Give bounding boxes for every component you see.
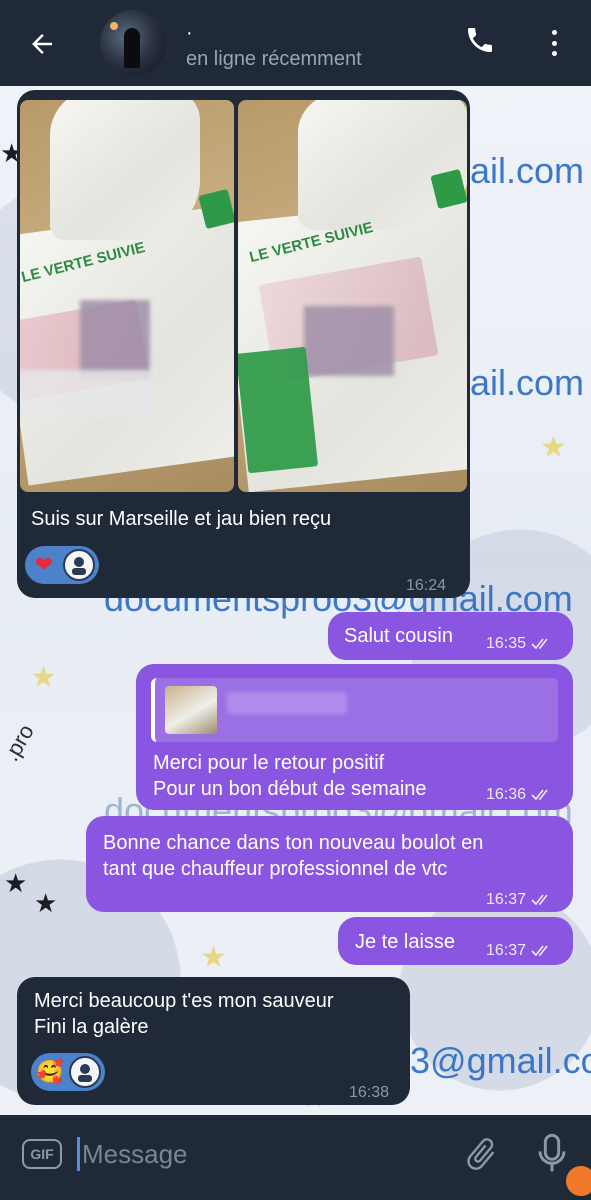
double-check-icon (530, 789, 548, 800)
microphone-icon (538, 1133, 566, 1172)
menu-dot (551, 30, 557, 35)
message-text: Salut cousin (344, 625, 453, 647)
message-incoming[interactable]: LE VERTE SUIVIE LE VERTE SUIVIE Suis sur… (17, 90, 470, 598)
message-time: 16:35 (486, 631, 553, 657)
star-icon: ★ (200, 941, 227, 974)
message-time: 16:36 (486, 786, 553, 804)
menu-dot (551, 40, 557, 46)
reactions[interactable]: ❤ (25, 546, 99, 584)
message-text-line: Pour un bon début de semaine (153, 778, 427, 800)
text-cursor (77, 1137, 80, 1171)
redacted-area (20, 370, 154, 416)
reply-preview[interactable] (151, 678, 558, 742)
message-outgoing[interactable]: Bonne chance dans ton nouveau boulot en … (86, 816, 573, 912)
message-text-line: Merci pour le retour positif (153, 752, 385, 774)
message-text-line: Bonne chance dans ton nouveau boulot en (103, 832, 484, 854)
time-text: 16:36 (486, 786, 527, 803)
more-options-button[interactable] (542, 24, 566, 62)
photo-attachment[interactable]: LE VERTE SUIVIE (20, 100, 234, 492)
message-time: 16:24 (406, 577, 447, 594)
microphone-button[interactable] (536, 1132, 568, 1176)
message-time: 16:37 (486, 887, 553, 913)
message-text-line: tant que chauffeur professionnel de vtc (103, 858, 448, 880)
wallpaper-watermark: 3@gmail.co (410, 1040, 591, 1081)
contact-avatar[interactable] (100, 10, 166, 76)
paperclip-icon (467, 1138, 495, 1170)
message-text: Suis sur Marseille et jau bien reçu (31, 508, 332, 530)
reply-thumbnail (165, 686, 217, 734)
star-icon: ★ (540, 431, 567, 464)
message-incoming[interactable]: Merci beaucoup t'es mon sauveur Fini la … (17, 977, 410, 1105)
reactor-avatar (63, 549, 95, 581)
message-outgoing[interactable]: Salut cousin 16:35 (328, 612, 573, 660)
avatar-light (110, 22, 118, 30)
menu-dot (551, 51, 557, 56)
envelope-flap (298, 100, 467, 230)
green-label (238, 346, 319, 474)
message-text-line: Merci beaucoup t'es mon sauveur (34, 990, 334, 1012)
star-icon: ★ (30, 661, 57, 694)
wallpaper-watermark: ail.com (470, 150, 585, 191)
heart-reaction-icon: ❤ (34, 552, 54, 577)
time-text: 16:35 (486, 635, 527, 652)
redacted-area (227, 692, 347, 714)
message-time: 16:38 (349, 1084, 390, 1101)
smiling-face-with-hearts-reaction-icon: 🥰 (36, 1059, 64, 1084)
double-check-icon (530, 894, 548, 905)
arrow-left-icon (32, 34, 52, 54)
attach-button[interactable] (462, 1134, 500, 1174)
gif-button[interactable]: GIF (22, 1139, 62, 1169)
call-button[interactable] (464, 24, 500, 60)
contact-status: en ligne récemment (186, 48, 362, 70)
double-check-icon (530, 638, 548, 649)
double-check-icon (530, 945, 548, 956)
star-icon: ★ (34, 888, 58, 918)
message-time: 16:37 (486, 938, 553, 964)
time-text: 16:37 (486, 891, 527, 908)
phone-icon (468, 28, 492, 52)
time-text: 16:37 (486, 942, 527, 959)
avatar-figure (124, 28, 140, 68)
photo-attachment[interactable]: LE VERTE SUIVIE (238, 100, 467, 492)
reactor-avatar (69, 1056, 101, 1088)
star-icon: ★ (4, 868, 28, 898)
envelope-flap (50, 100, 200, 240)
redacted-area (304, 306, 394, 376)
back-button[interactable] (24, 26, 60, 62)
message-outgoing[interactable]: Je te laisse 16:37 (338, 917, 573, 965)
redacted-area (80, 300, 150, 380)
floating-badge[interactable] (566, 1166, 591, 1196)
message-text: Je te laisse (355, 931, 456, 953)
chat-header: · en ligne récemment (0, 0, 591, 86)
contact-name[interactable]: · (186, 22, 193, 45)
message-text-line: Fini la galère (34, 1016, 149, 1038)
wallpaper-watermark: .pro (0, 720, 39, 766)
message-input[interactable] (82, 1136, 442, 1172)
wallpaper-watermark: ail.com (470, 362, 585, 403)
reactions[interactable]: 🥰 (31, 1053, 105, 1091)
